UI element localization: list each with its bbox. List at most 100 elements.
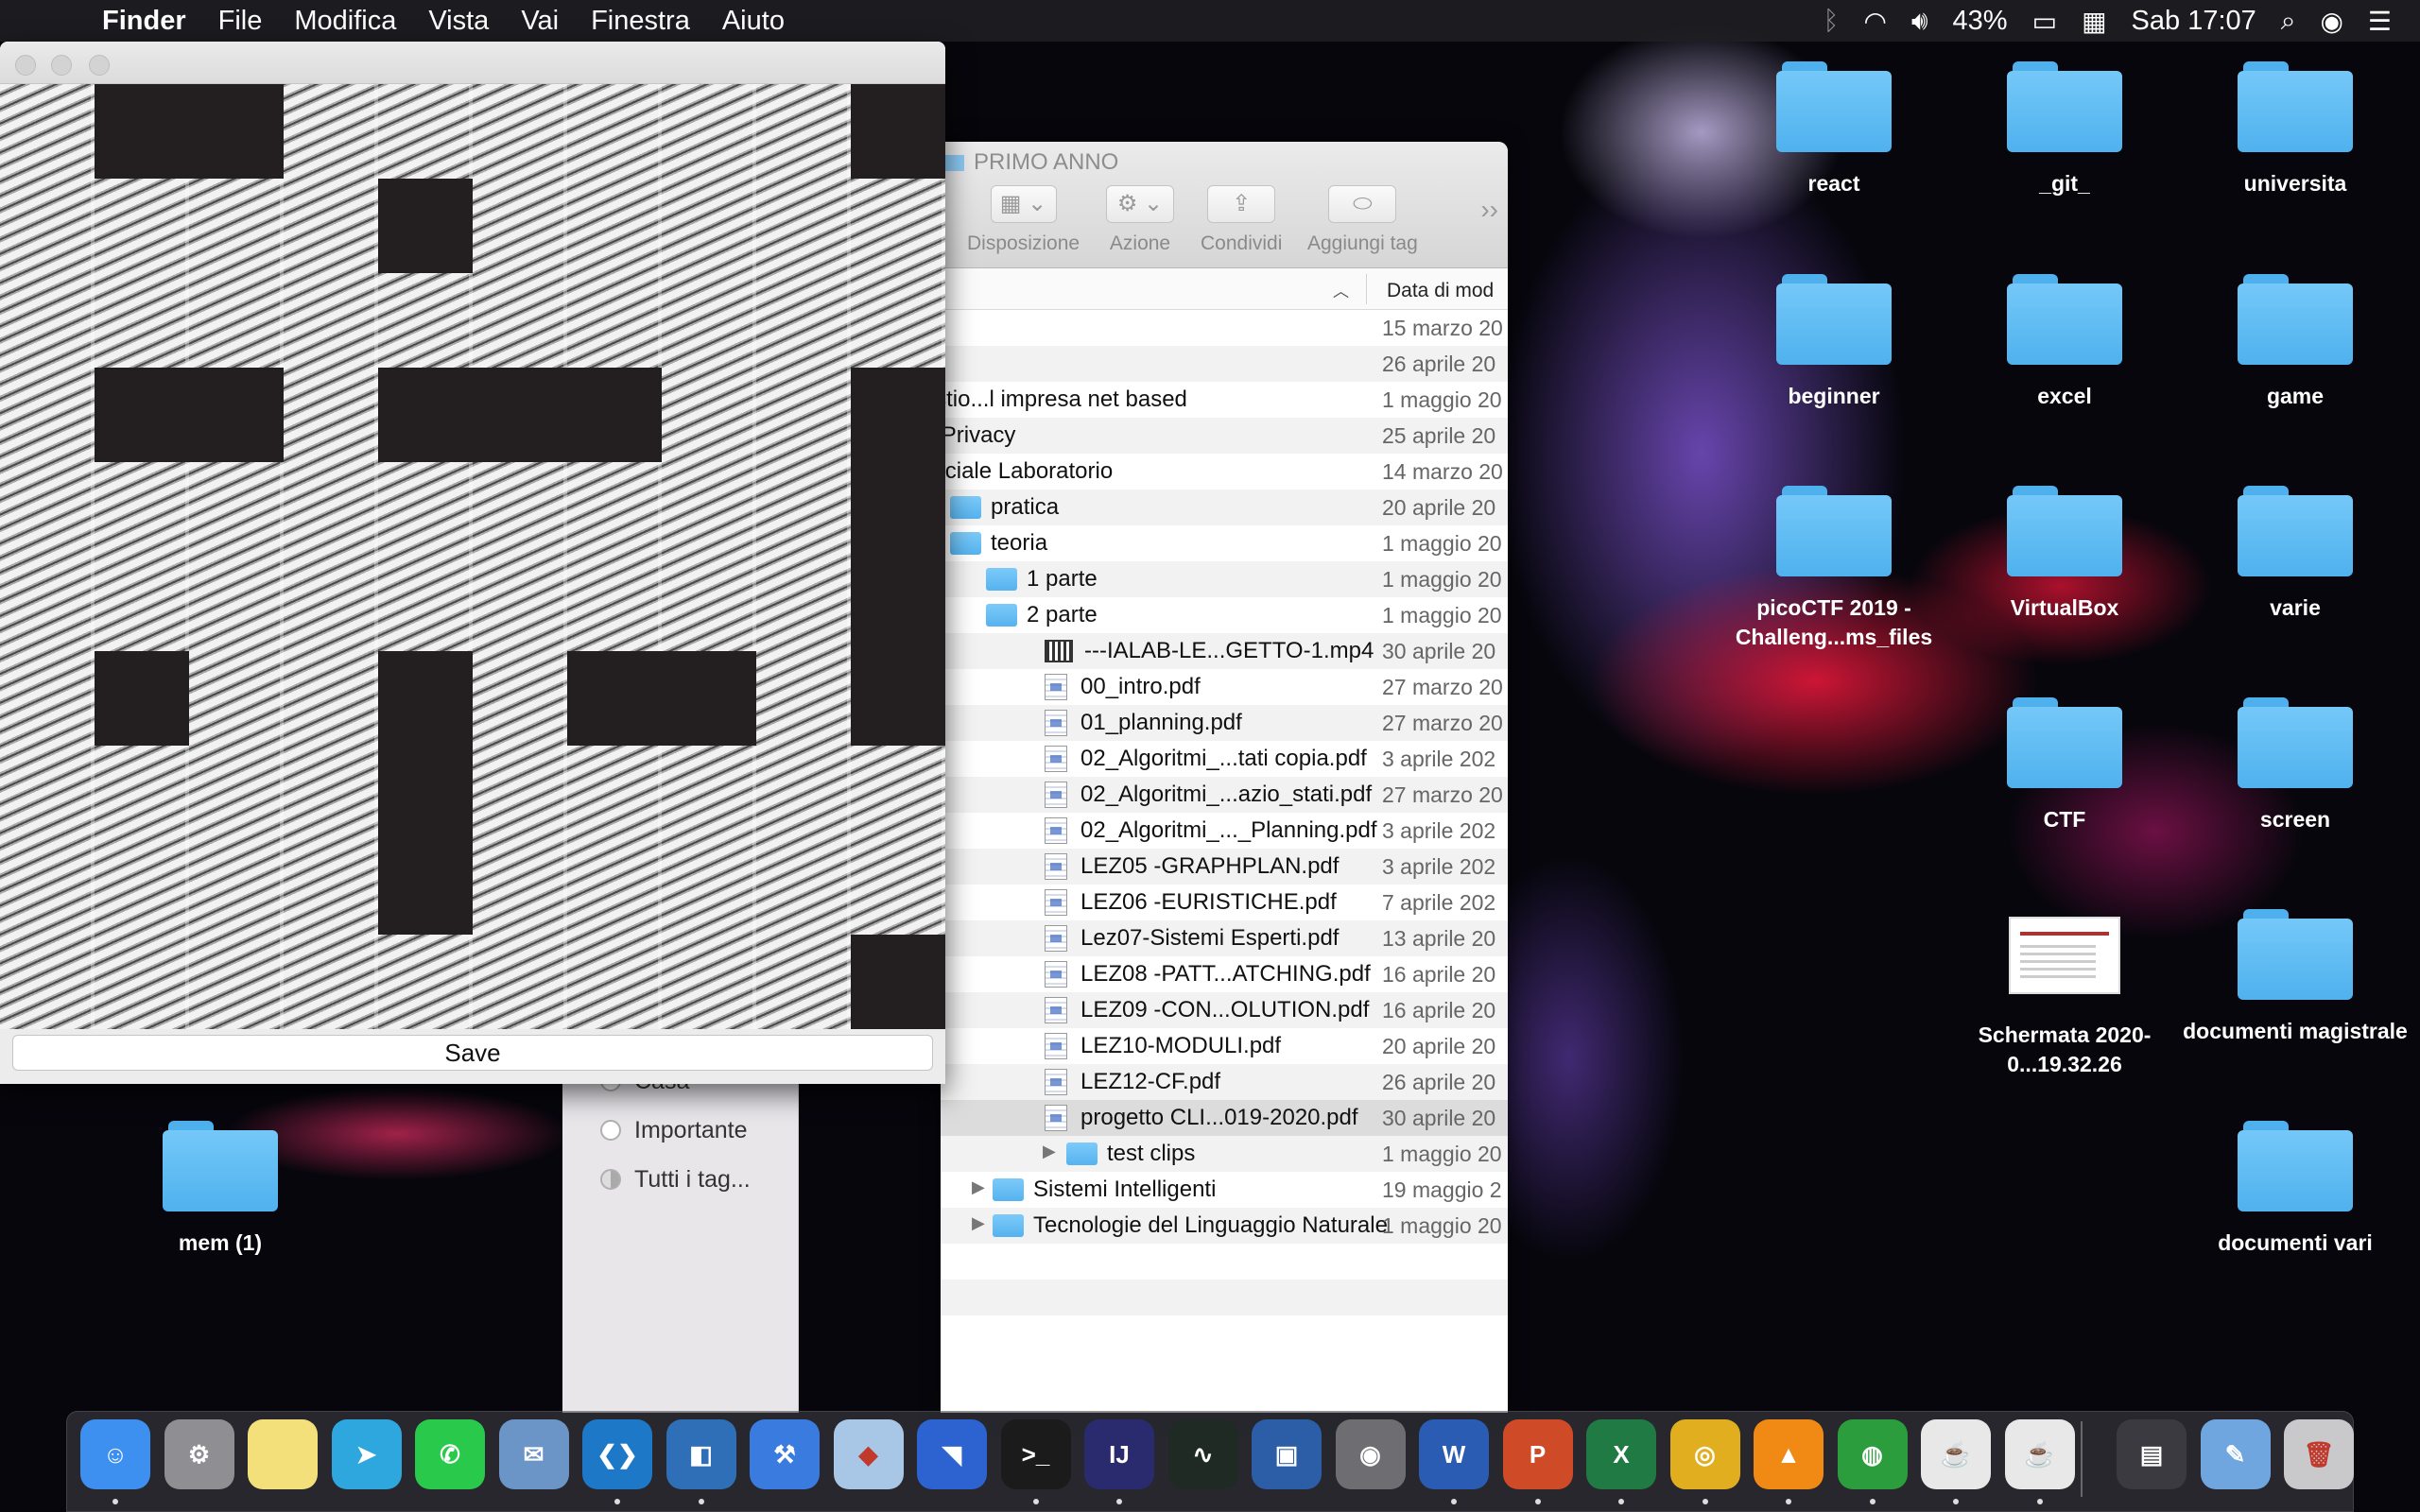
zoom-button[interactable] xyxy=(89,55,110,76)
calendar-icon[interactable]: ▦ xyxy=(2082,6,2106,37)
file-row[interactable]: 2 parte 1 maggio 20 xyxy=(941,597,1508,633)
dock-system-preferences-icon[interactable]: ⚙ xyxy=(164,1419,234,1489)
bluetooth-icon[interactable]: ᛒ xyxy=(1824,6,1840,36)
file-row[interactable]: tica Società e Privacy 25 aprile 20 xyxy=(941,418,1508,454)
sort-arrow-icon[interactable]: ︿ xyxy=(1333,278,1349,301)
dock-intellij-idea-icon[interactable]: IJ xyxy=(1084,1419,1154,1489)
dock-excel-icon[interactable]: X xyxy=(1586,1419,1656,1489)
dock-finder-icon[interactable]: ☺ xyxy=(80,1419,150,1489)
dock-mail-icon[interactable]: ✉ xyxy=(498,1419,569,1489)
sidebar-tag-importante[interactable]: Importante xyxy=(600,1117,748,1144)
file-row[interactable]: LEZ08 -PATT...ATCHING.pdf 16 aprile 20 xyxy=(941,956,1508,992)
file-row[interactable]: 1 parte 1 maggio 20 xyxy=(941,561,1508,597)
file-row[interactable]: pratica 20 aprile 20 xyxy=(941,490,1508,525)
file-row[interactable]: Lez07-Sistemi Esperti.pdf 13 aprile 20 xyxy=(941,920,1508,956)
dock-vlc-icon[interactable]: ▲ xyxy=(1754,1419,1824,1489)
menu-finder[interactable]: Finder xyxy=(102,6,186,37)
column-divider[interactable] xyxy=(1366,274,1367,304)
wifi-icon[interactable]: ◠ xyxy=(1863,6,1886,37)
file-row[interactable]: 02_Algoritmi_..._Planning.pdf 3 aprile 20… xyxy=(941,813,1508,849)
file-row[interactable] xyxy=(941,1315,1508,1351)
file-row[interactable]: progetto CLI...019-2020.pdf 30 aprile 20 xyxy=(941,1100,1508,1136)
dock-visual-studio-code-icon[interactable]: ❮❯ xyxy=(582,1419,652,1489)
siri-icon[interactable]: ◉ xyxy=(2320,6,2342,37)
dock-cube-icon[interactable]: ◆ xyxy=(833,1419,904,1489)
sidebar-tag-all[interactable]: Tutti i tag... xyxy=(600,1166,751,1194)
date-column-header[interactable]: Data di mod xyxy=(1387,280,1494,302)
dock-terminal-icon[interactable]: >_ xyxy=(1000,1419,1071,1489)
view-button[interactable]: ▦ ⌄ Disposizione xyxy=(967,185,1080,255)
file-row[interactable]: conomia e gestio...l impresa net based 1 … xyxy=(941,382,1508,418)
file-row[interactable]: telligenza Artificiale Laboratorio 14 mar… xyxy=(941,454,1508,490)
add-tag-button[interactable]: ⬭ Aggiungi tag xyxy=(1307,185,1418,255)
dock-trash-icon[interactable]: 🗑 xyxy=(2284,1419,2354,1489)
clock[interactable]: Sab 17:07 xyxy=(2132,6,2256,37)
desktop-icon-beginner[interactable]: beginner xyxy=(1702,274,1966,411)
dock-word-icon[interactable]: W xyxy=(1419,1419,1489,1489)
desktop-icon-mem-1[interactable]: mem (1) xyxy=(88,1121,353,1258)
minimize-button[interactable] xyxy=(51,55,72,76)
file-row[interactable] xyxy=(941,1280,1508,1315)
dock-downloads-icon[interactable]: ▤ xyxy=(2117,1419,2187,1489)
action-button[interactable]: ⚙ ⌄ Azione xyxy=(1106,185,1174,255)
desktop-icon-varie[interactable]: varie xyxy=(2163,486,2420,623)
desktop-icon-game[interactable]: game xyxy=(2163,274,2420,411)
file-row[interactable]: o semestre15 marzo 20 xyxy=(941,310,1508,346)
desktop-icon-git[interactable]: _git_ xyxy=(1932,61,2197,198)
desktop-icon-documenti-vari[interactable]: documenti vari xyxy=(2163,1121,2420,1258)
menu-aiuto[interactable]: Aiuto xyxy=(722,6,785,37)
file-row[interactable]: 01_planning.pdf 27 marzo 20 xyxy=(941,705,1508,741)
desktop-icon-picoctf-2019-challeng-ms-files[interactable]: picoCTF 2019 - Challeng...ms_files xyxy=(1702,486,1966,652)
menu-file[interactable]: File xyxy=(218,6,263,37)
file-row[interactable]: LEZ09 -CON...OLUTION.pdf 16 aprile 20 xyxy=(941,992,1508,1028)
volume-icon[interactable]: 🔊︎ xyxy=(1911,6,1928,37)
save-button[interactable]: Save xyxy=(12,1035,933,1071)
disclosure-triangle-icon[interactable]: ▶ xyxy=(972,1213,985,1233)
file-row[interactable]: ▶ test clips 1 maggio 20 xyxy=(941,1136,1508,1172)
dock-android-file-icon[interactable]: ◍ xyxy=(1837,1419,1908,1489)
desktop-icon-virtualbox[interactable]: VirtualBox xyxy=(1932,486,2197,623)
disclosure-triangle-icon[interactable]: ▶ xyxy=(972,1177,985,1197)
dock-wireshark-icon[interactable]: ◥ xyxy=(917,1419,987,1489)
file-row[interactable]: LEZ12-CF.pdf 26 aprile 20 xyxy=(941,1064,1508,1100)
close-button[interactable] xyxy=(15,55,36,76)
dock-applications-icon[interactable]: ✎ xyxy=(2200,1419,2271,1489)
menu-finestra[interactable]: Finestra xyxy=(591,6,690,37)
battery-icon[interactable]: ▭ xyxy=(2032,6,2057,37)
share-button[interactable]: ⇪ Condividi xyxy=(1201,185,1282,255)
dock-java-2-icon[interactable]: ☕ xyxy=(2004,1419,2075,1489)
desktop-icon-ctf[interactable]: CTF xyxy=(1932,697,2197,834)
menu-vista[interactable]: Vista xyxy=(428,6,489,37)
dock-sequel-pro-icon[interactable]: ◉ xyxy=(1335,1419,1406,1489)
disclosure-triangle-icon[interactable]: ▶ xyxy=(1043,1142,1056,1161)
dock-chrome-icon[interactable]: ◎ xyxy=(1669,1419,1740,1489)
dock-java-icon[interactable]: ☕ xyxy=(1921,1419,1991,1489)
dock-sourcetree-icon[interactable]: ◧ xyxy=(666,1419,736,1489)
search-icon[interactable]: ⌕ xyxy=(2281,6,2296,37)
dock-activity-monitor-icon[interactable]: ∿ xyxy=(1167,1419,1238,1489)
desktop-icon-documenti-magistrale[interactable]: documenti magistrale xyxy=(2163,909,2420,1046)
dock-xcode-icon[interactable]: ⚒ xyxy=(750,1419,820,1489)
file-row[interactable]: 02_Algoritmi_...azio_stati.pdf 27 marzo 2… xyxy=(941,777,1508,813)
notification-center-icon[interactable]: ☰ xyxy=(2368,6,2392,37)
desktop-icon-excel[interactable]: excel xyxy=(1932,274,2197,411)
file-row[interactable]: ▶ Sistemi Intelligenti 19 maggio 2 xyxy=(941,1172,1508,1208)
file-row[interactable]: LEZ10-MODULI.pdf 20 aprile 20 xyxy=(941,1028,1508,1064)
file-row[interactable]: 02_Algoritmi_...tati copia.pdf 3 aprile 2… xyxy=(941,741,1508,777)
menu-vai[interactable]: Vai xyxy=(521,6,559,37)
file-row[interactable]: 00_intro.pdf 27 marzo 20 xyxy=(941,669,1508,705)
menu-modifica[interactable]: Modifica xyxy=(294,6,396,37)
desktop-icon-schermata-2020-0-19-32-26[interactable]: Schermata 2020-0...19.32.26 xyxy=(1932,909,2197,1079)
viewer-titlebar[interactable] xyxy=(0,42,945,84)
file-row[interactable] xyxy=(941,1244,1508,1280)
desktop-icon-react[interactable]: react xyxy=(1702,61,1966,198)
desktop-icon-screen[interactable]: screen xyxy=(2163,697,2420,834)
toolbar-overflow-icon[interactable]: ›› xyxy=(1480,195,1498,225)
file-row[interactable]: teoria 1 maggio 20 xyxy=(941,525,1508,561)
file-row[interactable]: ---IALAB-LE...GETTO-1.mp4 30 aprile 20 xyxy=(941,633,1508,669)
file-row[interactable]: ndo semestre26 aprile 20 xyxy=(941,346,1508,382)
dock-whatsapp-icon[interactable]: ✆ xyxy=(415,1419,485,1489)
dock-virtualbox-icon[interactable]: ▣ xyxy=(1252,1419,1322,1489)
file-row[interactable]: ▶ Tecnologie del Linguaggio Naturale 1 mag… xyxy=(941,1208,1508,1244)
file-row[interactable]: LEZ05 -GRAPHPLAN.pdf 3 aprile 202 xyxy=(941,849,1508,885)
